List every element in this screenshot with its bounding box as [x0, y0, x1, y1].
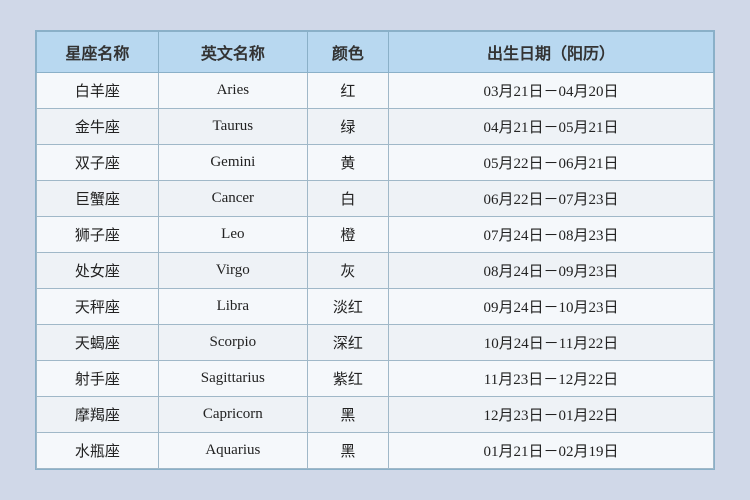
cell-english: Capricorn	[158, 397, 307, 433]
cell-chinese: 天蝎座	[37, 325, 159, 361]
cell-chinese: 白羊座	[37, 73, 159, 109]
cell-color: 黄	[307, 145, 388, 181]
table-row: 处女座Virgo灰08月24日－09月23日	[37, 253, 714, 289]
cell-date: 06月22日－07月23日	[389, 181, 714, 217]
cell-date: 03月21日－04月20日	[389, 73, 714, 109]
cell-english: Leo	[158, 217, 307, 253]
cell-chinese: 巨蟹座	[37, 181, 159, 217]
zodiac-table-container: 星座名称 英文名称 颜色 出生日期（阳历） 白羊座Aries红03月21日－04…	[35, 30, 715, 470]
cell-color: 黑	[307, 433, 388, 469]
cell-date: 07月24日－08月23日	[389, 217, 714, 253]
cell-english: Cancer	[158, 181, 307, 217]
zodiac-table: 星座名称 英文名称 颜色 出生日期（阳历） 白羊座Aries红03月21日－04…	[36, 31, 714, 469]
cell-chinese: 天秤座	[37, 289, 159, 325]
cell-color: 红	[307, 73, 388, 109]
cell-color: 灰	[307, 253, 388, 289]
table-row: 射手座Sagittarius紫红11月23日－12月22日	[37, 361, 714, 397]
cell-chinese: 射手座	[37, 361, 159, 397]
cell-color: 淡红	[307, 289, 388, 325]
cell-chinese: 狮子座	[37, 217, 159, 253]
cell-date: 09月24日－10月23日	[389, 289, 714, 325]
cell-color: 橙	[307, 217, 388, 253]
cell-date: 05月22日－06月21日	[389, 145, 714, 181]
cell-chinese: 水瓶座	[37, 433, 159, 469]
table-row: 天蝎座Scorpio深红10月24日－11月22日	[37, 325, 714, 361]
cell-chinese: 金牛座	[37, 109, 159, 145]
cell-color: 白	[307, 181, 388, 217]
table-body: 白羊座Aries红03月21日－04月20日金牛座Taurus绿04月21日－0…	[37, 73, 714, 469]
cell-english: Sagittarius	[158, 361, 307, 397]
cell-date: 01月21日－02月19日	[389, 433, 714, 469]
cell-date: 08月24日－09月23日	[389, 253, 714, 289]
cell-date: 04月21日－05月21日	[389, 109, 714, 145]
table-header-row: 星座名称 英文名称 颜色 出生日期（阳历）	[37, 32, 714, 73]
header-color: 颜色	[307, 32, 388, 73]
cell-chinese: 摩羯座	[37, 397, 159, 433]
table-row: 水瓶座Aquarius黑01月21日－02月19日	[37, 433, 714, 469]
header-date: 出生日期（阳历）	[389, 32, 714, 73]
cell-english: Scorpio	[158, 325, 307, 361]
table-row: 巨蟹座Cancer白06月22日－07月23日	[37, 181, 714, 217]
table-row: 双子座Gemini黄05月22日－06月21日	[37, 145, 714, 181]
table-row: 狮子座Leo橙07月24日－08月23日	[37, 217, 714, 253]
cell-date: 12月23日－01月22日	[389, 397, 714, 433]
cell-color: 深红	[307, 325, 388, 361]
header-chinese: 星座名称	[37, 32, 159, 73]
cell-chinese: 双子座	[37, 145, 159, 181]
cell-english: Gemini	[158, 145, 307, 181]
cell-color: 黑	[307, 397, 388, 433]
cell-english: Aquarius	[158, 433, 307, 469]
cell-english: Taurus	[158, 109, 307, 145]
table-row: 金牛座Taurus绿04月21日－05月21日	[37, 109, 714, 145]
header-english: 英文名称	[158, 32, 307, 73]
cell-english: Libra	[158, 289, 307, 325]
table-row: 摩羯座Capricorn黑12月23日－01月22日	[37, 397, 714, 433]
cell-english: Virgo	[158, 253, 307, 289]
cell-chinese: 处女座	[37, 253, 159, 289]
cell-date: 10月24日－11月22日	[389, 325, 714, 361]
cell-color: 绿	[307, 109, 388, 145]
cell-date: 11月23日－12月22日	[389, 361, 714, 397]
table-row: 天秤座Libra淡红09月24日－10月23日	[37, 289, 714, 325]
cell-color: 紫红	[307, 361, 388, 397]
cell-english: Aries	[158, 73, 307, 109]
table-row: 白羊座Aries红03月21日－04月20日	[37, 73, 714, 109]
